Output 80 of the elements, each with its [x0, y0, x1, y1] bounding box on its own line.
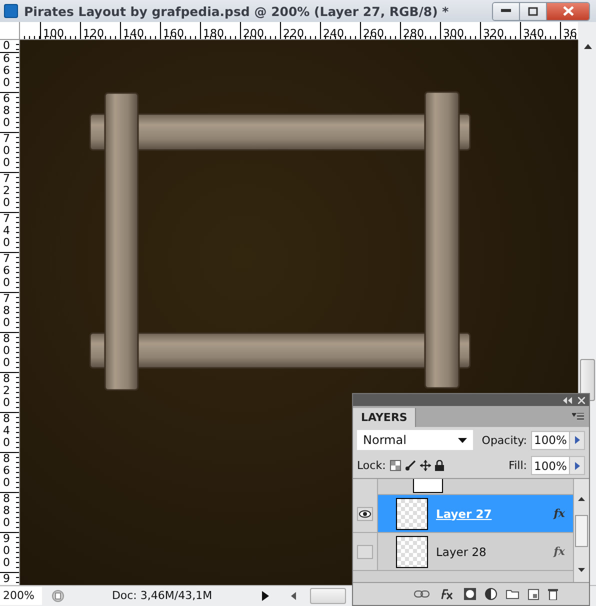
effects-icon[interactable] — [439, 588, 455, 600]
ruler-label: 760 — [2, 253, 11, 289]
blend-mode-dropdown[interactable]: Normal — [357, 430, 473, 450]
folder-icon[interactable] — [506, 589, 519, 599]
layers-tab[interactable]: LAYERS — [353, 408, 416, 427]
ruler-label: 0 — [2, 40, 11, 52]
fill-label: Fill: — [508, 459, 527, 472]
link-icon[interactable] — [414, 590, 430, 598]
layer-row[interactable]: Layer 27 fx — [353, 495, 573, 533]
scroll-up-arrow-icon[interactable] — [584, 44, 592, 49]
visibility-toggle[interactable] — [357, 544, 373, 558]
ruler-origin-box[interactable] — [0, 22, 20, 40]
lock-transparency-icon[interactable] — [390, 460, 401, 471]
arrow-right-icon — [574, 436, 580, 444]
ruler-label: 36 — [562, 27, 577, 39]
ruler-label: 180 — [202, 27, 224, 39]
scrollbar-thumb[interactable] — [575, 515, 588, 547]
horizontal-scrollbar-thumb[interactable] — [310, 588, 346, 604]
page-icon[interactable] — [52, 590, 64, 602]
move-icon[interactable] — [420, 460, 431, 471]
document-size-text: Doc: 3,46M/43,1M — [110, 589, 214, 602]
lock-label: Lock: — [357, 459, 386, 472]
layer-effects-text[interactable]: fx — [554, 545, 565, 558]
ruler-label: 820 — [2, 373, 11, 409]
ruler-label: 800 — [2, 333, 11, 369]
ruler-label: 840 — [2, 413, 11, 449]
scroll-left-arrow-icon[interactable] — [291, 592, 296, 600]
minimize-icon — [501, 9, 511, 13]
layer-name: Layer 28 — [436, 544, 486, 558]
maximize-icon — [528, 6, 538, 16]
ruler-label: 200 — [242, 27, 264, 39]
layer-thumbnail — [413, 479, 443, 493]
window-title: Pirates Layout by grafpedia.psd @ 200% (Layer 27, RGB/8) * — [24, 4, 450, 18]
close-button[interactable] — [547, 2, 589, 20]
brush-icon[interactable] — [404, 460, 416, 471]
ruler-label: 160 — [162, 27, 184, 39]
scroll-down-arrow-icon[interactable] — [578, 568, 585, 572]
ruler-label: 740 — [2, 213, 11, 249]
ruler-label: 300 — [442, 27, 464, 39]
fill-field[interactable]: 100% — [531, 456, 585, 475]
caret-icon — [458, 438, 467, 442]
ruler-label: 260 — [362, 27, 384, 39]
ruler-label: 9 — [2, 573, 11, 585]
layer-row[interactable]: Layer 28 fx — [353, 533, 573, 571]
close-icon[interactable] — [578, 396, 585, 404]
ruler-label: 860 — [2, 453, 11, 489]
ruler-label: 880 — [2, 493, 11, 529]
panel-menu-icon[interactable] — [572, 413, 584, 420]
eye-icon[interactable] — [357, 506, 373, 520]
ruler-label: 140 — [122, 27, 144, 39]
opacity-field[interactable]: 100% — [531, 430, 585, 450]
ruler-label: 900 — [2, 533, 11, 569]
opacity-label: Opacity: — [482, 434, 527, 446]
app-logo-icon — [4, 4, 18, 18]
ruler-label: 700 — [2, 133, 11, 169]
ruler-label: 240 — [322, 27, 344, 39]
ruler-label: 680 — [2, 93, 11, 129]
new-layer-icon[interactable] — [528, 588, 539, 600]
play-arrow-icon[interactable] — [262, 590, 269, 600]
zoom-level-field[interactable]: 200% — [0, 586, 42, 604]
close-icon — [562, 6, 574, 16]
maximize-button[interactable] — [520, 2, 547, 20]
arrow-right-icon — [574, 462, 580, 470]
ruler-label: 100 — [42, 27, 64, 39]
mask-icon[interactable] — [464, 588, 476, 600]
ruler-label: 780 — [2, 293, 11, 329]
ruler-label: 660 — [2, 53, 11, 89]
collapse-icon[interactable] — [563, 396, 572, 404]
trash-icon[interactable] — [548, 588, 558, 600]
adjustment-icon[interactable] — [485, 588, 497, 600]
ruler-label: 340 — [522, 27, 544, 39]
ruler-label: 280 — [402, 27, 424, 39]
layer-effects-text[interactable]: fx — [554, 507, 565, 520]
ruler-label: 720 — [2, 173, 11, 209]
lock-icon[interactable] — [434, 460, 444, 471]
layer-thumbnail — [396, 498, 428, 530]
scroll-up-arrow-icon[interactable] — [578, 497, 585, 501]
layer-name: Layer 27 — [436, 506, 492, 520]
layer-thumbnail — [396, 536, 428, 568]
minimize-button[interactable] — [493, 2, 520, 20]
